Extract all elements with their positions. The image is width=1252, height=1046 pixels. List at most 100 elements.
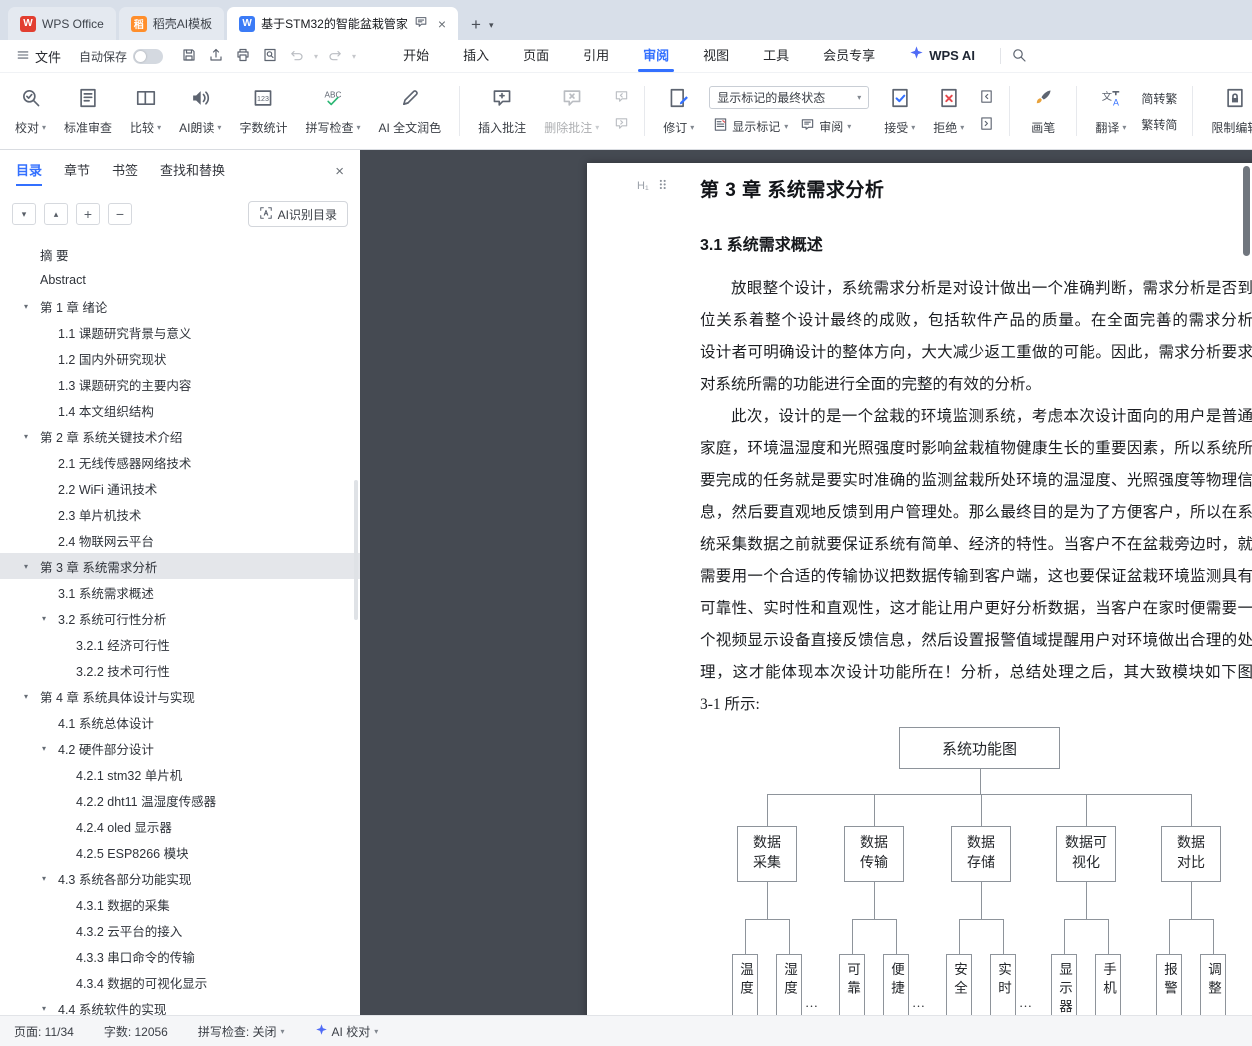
expand-button[interactable]: ▴ [44, 203, 68, 225]
toc-item[interactable]: 2.4 物联网云平台 [0, 527, 360, 553]
toc-item[interactable]: ▾4.4 系统软件的实现 [0, 995, 360, 1015]
toc-item[interactable]: Abstract [0, 267, 360, 293]
toc-item[interactable]: 4.1 系统总体设计 [0, 709, 360, 735]
toc-item[interactable]: 4.3.2 云平台的接入 [0, 917, 360, 943]
show-markup-button[interactable]: 显示标记▾ [709, 116, 792, 136]
increase-button[interactable]: + [76, 203, 100, 225]
new-tab-button[interactable]: + [471, 15, 481, 35]
menu-tab-member[interactable]: 会员专享 [806, 40, 892, 72]
sidebar-tab-find-replace[interactable]: 查找和替换 [160, 150, 225, 192]
chevron-down-icon[interactable]: ▾ [42, 614, 46, 623]
export-button[interactable] [206, 45, 226, 68]
toc-item[interactable]: 4.2.1 stm32 单片机 [0, 761, 360, 787]
standard-review-button[interactable]: 标准审查 [57, 79, 119, 143]
ai-read-button[interactable]: AI朗读▾ [172, 79, 228, 143]
insert-comment-button[interactable]: 插入批注 [471, 79, 533, 143]
toc-item[interactable]: 3.1 系统需求概述 [0, 579, 360, 605]
undo-button[interactable] [287, 45, 307, 68]
chevron-down-icon[interactable]: ▾ [42, 1004, 46, 1013]
menu-tab-review[interactable]: 审阅 [626, 40, 686, 72]
toc-item[interactable]: 1.1 课题研究背景与意义 [0, 319, 360, 345]
file-menu-button[interactable]: 文件 [12, 47, 65, 66]
sidebar-tab-chapters[interactable]: 章节 [64, 150, 90, 192]
compare-button[interactable]: 比较▾ [123, 79, 168, 143]
collapse-button[interactable]: ▾ [12, 203, 36, 225]
toc-item[interactable]: 4.3.3 串口命令的传输 [0, 943, 360, 969]
autosave-toggle[interactable] [133, 49, 163, 64]
menu-tab-view[interactable]: 视图 [686, 40, 746, 72]
print-button[interactable] [233, 45, 253, 68]
undo-dropdown-caret-icon[interactable]: ▾ [314, 52, 318, 61]
menu-tab-wps-ai[interactable]: WPS AI [892, 40, 992, 72]
close-sidebar-icon[interactable]: × [335, 163, 344, 180]
review-pane-button[interactable]: 审阅▾ [796, 116, 855, 136]
toc-item[interactable]: 4.3.4 数据的可视化显示 [0, 969, 360, 995]
toc-item[interactable]: ▾第 3 章 系统需求分析 [0, 553, 360, 579]
toc-item[interactable]: 3.2.1 经济可行性 [0, 631, 360, 657]
tab-docer-ai-templates[interactable]: 稻 稻壳AI模板 [119, 7, 224, 40]
toc-item[interactable]: ▾4.2 硬件部分设计 [0, 735, 360, 761]
ai-recognize-toc-button[interactable]: AI识别目录 [248, 201, 348, 227]
toc-item[interactable]: 1.3 课题研究的主要内容 [0, 371, 360, 397]
toc-item[interactable]: ▾第 2 章 系统关键技术介绍 [0, 423, 360, 449]
to-traditional-button[interactable]: 简转繁 [1137, 89, 1181, 108]
decrease-button[interactable]: − [108, 203, 132, 225]
spellcheck-button[interactable]: ABC拼写检查▾ [298, 79, 367, 143]
toc-item[interactable]: ▾4.3 系统各部分功能实现 [0, 865, 360, 891]
chevron-down-icon[interactable]: ▾ [42, 744, 46, 753]
restrict-edit-button[interactable]: 限制编辑 [1204, 79, 1252, 143]
ai-proofread[interactable]: AI 校对 ▾ [315, 1023, 379, 1040]
translate-button[interactable]: 文A翻译▾ [1088, 79, 1133, 143]
menu-tab-page[interactable]: 页面 [506, 40, 566, 72]
search-icon[interactable] [1011, 47, 1027, 66]
toc-item[interactable]: 3.2.2 技术可行性 [0, 657, 360, 683]
print-preview-button[interactable] [260, 45, 280, 68]
toc-item[interactable]: 2.3 单片机技术 [0, 501, 360, 527]
toc-item[interactable]: 1.2 国内外研究现状 [0, 345, 360, 371]
close-tab-icon[interactable]: × [438, 16, 446, 32]
toc-item[interactable]: ▾第 4 章 系统具体设计与实现 [0, 683, 360, 709]
chevron-down-icon[interactable]: ▾ [24, 562, 28, 571]
sidebar-tab-toc[interactable]: 目录 [16, 150, 42, 192]
toc-item[interactable]: 4.3.1 数据的采集 [0, 891, 360, 917]
redo-button[interactable] [325, 45, 345, 68]
toc-item[interactable]: 4.2.2 dht11 温湿度传感器 [0, 787, 360, 813]
tab-wps-office[interactable]: W WPS Office [8, 7, 116, 40]
spellcheck-status[interactable]: 拼写检查: 关闭 ▾ [198, 1023, 285, 1040]
toc-item[interactable]: 1.4 本文组织结构 [0, 397, 360, 423]
toc-item[interactable]: 2.1 无线传感器网络技术 [0, 449, 360, 475]
ink-button[interactable]: 画笔 [1021, 79, 1065, 143]
word-count-button[interactable]: 123字数统计 [232, 79, 294, 143]
chevron-down-icon[interactable]: ▾ [24, 302, 28, 311]
next-comment-button[interactable] [610, 115, 633, 135]
toc-item[interactable]: 2.2 WiFi 通讯技术 [0, 475, 360, 501]
toc-item[interactable]: ▾3.2 系统可行性分析 [0, 605, 360, 631]
menu-tab-reference[interactable]: 引用 [566, 40, 626, 72]
document-page[interactable]: H₁ ⠿ 第 3 章 系统需求分析 3.1 系统需求概述 放眼整个设计，系统需求… [587, 163, 1252, 1015]
menu-tab-insert[interactable]: 插入 [446, 40, 506, 72]
menu-tab-home[interactable]: 开始 [386, 40, 446, 72]
toc-item[interactable]: 4.2.5 ESP8266 模块 [0, 839, 360, 865]
tab-current-document[interactable]: W 基于STM32的智能盆栽管家 × [227, 7, 458, 40]
reject-button[interactable]: 拒绝▾ [926, 79, 971, 143]
vertical-scrollbar[interactable] [1243, 166, 1250, 256]
ai-polish-button[interactable]: AI 全文润色 [371, 79, 448, 143]
prev-comment-button[interactable] [610, 88, 633, 108]
delete-comment-button[interactable]: 删除批注▾ [537, 79, 606, 143]
next-change-button[interactable] [975, 115, 998, 135]
toc-item[interactable]: 4.2.4 oled 显示器 [0, 813, 360, 839]
toc-item[interactable]: ▾第 1 章 绪论 [0, 293, 360, 319]
sidebar-tab-bookmarks[interactable]: 书签 [112, 150, 138, 192]
to-simplified-button[interactable]: 繁转简 [1137, 115, 1181, 134]
save-button[interactable] [179, 45, 199, 68]
chevron-down-icon[interactable]: ▾ [42, 874, 46, 883]
drag-handle-icon[interactable]: ⠿ [658, 178, 667, 194]
chevron-down-icon[interactable]: ▾ [24, 432, 28, 441]
sidebar-scrollbar[interactable] [354, 480, 358, 620]
proofread-button[interactable]: 校对▾ [8, 79, 53, 143]
redo-dropdown-caret-icon[interactable]: ▾ [352, 52, 356, 61]
word-count[interactable]: 字数: 12056 [104, 1023, 168, 1040]
toc-item[interactable]: 摘 要 [0, 241, 360, 267]
page-indicator[interactable]: 页面: 11/34 [14, 1023, 74, 1040]
prev-change-button[interactable] [975, 88, 998, 108]
